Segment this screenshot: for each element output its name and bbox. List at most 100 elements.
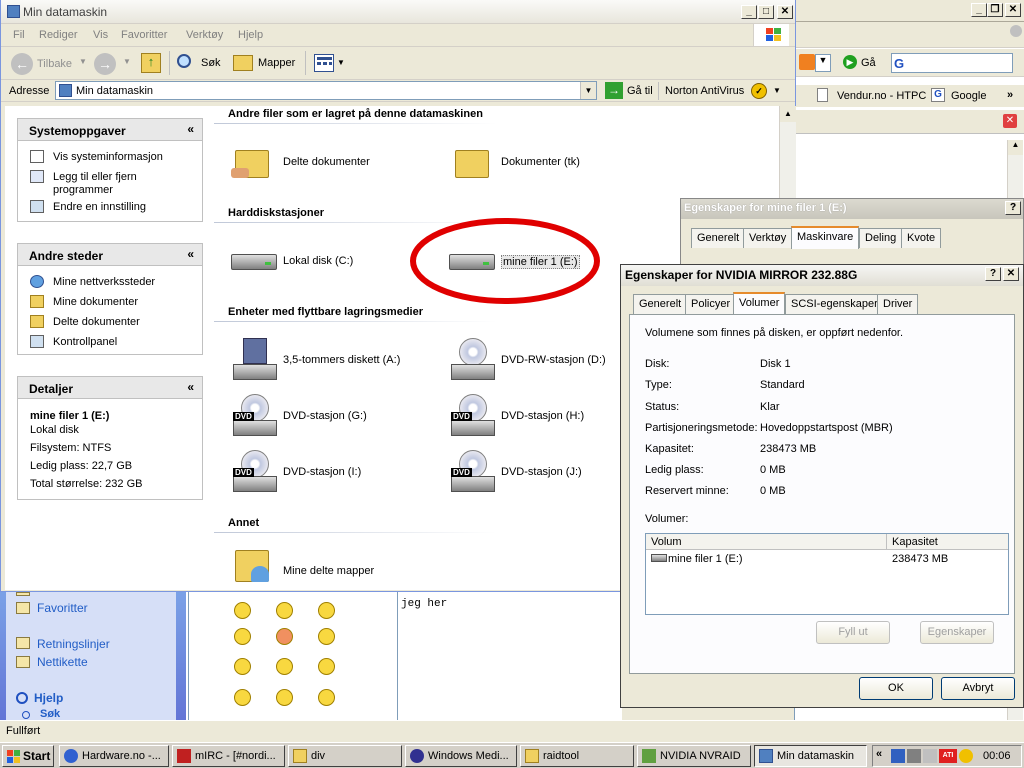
task-min-datamaskin[interactable]: Min datamaskin [754,745,867,767]
help-icon[interactable]: ? [1005,201,1021,215]
chevron-down-icon[interactable]: ▼ [123,57,131,66]
chevron-down-icon[interactable]: ▼ [773,86,781,95]
item-local-disk-c[interactable]: Lokal disk (C:) [283,255,353,267]
shared-folder-icon[interactable] [231,146,273,180]
link-retningslinjer[interactable]: Retningslinjer [37,637,110,651]
smiley-icon[interactable] [276,658,293,675]
dvd-rw-drive-icon[interactable] [451,338,495,382]
chevron-right-icon[interactable]: » [1007,89,1013,101]
place-control-panel[interactable]: Kontrollpanel [53,336,117,348]
go-button-label[interactable]: Gå til [627,85,653,97]
smiley-icon[interactable] [234,658,251,675]
menu-hjelp[interactable]: Hjelp [238,29,263,41]
search-button-label[interactable]: Søk [201,57,221,69]
safely-remove-icon[interactable] [923,749,937,763]
smiley-icon[interactable] [234,689,251,706]
back-arrow-icon[interactable]: ← [11,53,33,75]
tab-kvote[interactable]: Kvote [901,228,942,248]
volumes-list[interactable]: Volum Kapasitet mine filer 1 (E:) 238473… [645,533,1009,615]
search-icon[interactable] [177,54,191,68]
chevron-up-icon[interactable]: « [187,122,194,136]
link-nettikette[interactable]: Nettikette [37,655,88,669]
ok-button[interactable]: OK [859,677,933,700]
forward-arrow-icon[interactable]: → [94,53,116,75]
minimize-icon[interactable]: _ [971,3,987,17]
tab-deling[interactable]: Deling [859,228,903,248]
tab-volumer[interactable]: Volumer [733,292,786,315]
place-network[interactable]: Mine nettverkssteder [53,276,155,288]
minimize-icon[interactable]: _ [741,5,757,19]
scroll-up-icon[interactable]: ▲ [780,106,796,122]
go-label[interactable]: Gå [861,57,876,69]
system-tasks-header[interactable]: Systemoppgaver « [18,119,202,141]
floppy-drive-icon[interactable] [233,338,277,382]
back-button-label[interactable]: Tilbake [37,58,72,70]
tab-policyer[interactable]: Policyer [685,294,737,314]
tab-generelt[interactable]: Generelt [633,294,688,314]
table-row[interactable]: mine filer 1 (E:) 238473 MB [646,551,1008,567]
go-icon[interactable]: ▶ [843,55,857,69]
cancel-button[interactable]: Avbryt [941,677,1015,700]
item-my-shared-folders[interactable]: Mine delte mapper [283,565,374,577]
ati-icon[interactable]: ATI [939,749,957,763]
smiley-icon[interactable] [318,658,335,675]
up-folder-icon[interactable]: ↑ [141,53,161,73]
task-system-info[interactable]: Vis systeminformasjon [53,151,163,163]
rss-icon[interactable] [799,54,815,70]
restore-icon[interactable]: ❐ [987,3,1003,17]
chevron-up-icon[interactable]: « [187,247,194,261]
dvd-drive-icon[interactable]: DVD [451,450,495,494]
chevron-left-icon[interactable]: « [876,748,882,760]
close-icon[interactable]: ✕ [777,5,793,19]
item-documents-tk[interactable]: Dokumenter (tk) [501,156,580,168]
folders-icon[interactable] [233,55,253,71]
item-floppy-a[interactable]: 3,5-tommers diskett (A:) [283,354,400,366]
norton-icon[interactable] [959,749,973,763]
shared-folders-icon[interactable] [233,548,273,582]
chevron-down-icon[interactable]: ▼ [79,57,87,66]
link-google[interactable]: Google [951,90,986,102]
menu-fil[interactable]: Fil [13,29,25,41]
task-hardware-no[interactable]: Hardware.no -... [59,745,169,767]
norton-icon[interactable]: ✓ [751,83,767,99]
task-windows-media[interactable]: Windows Medi... [405,745,517,767]
dvd-drive-icon[interactable]: DVD [233,450,277,494]
smiley-icon[interactable] [276,602,293,619]
column-volume[interactable]: Volum [651,536,682,548]
details-header[interactable]: Detaljer « [18,377,202,399]
message-textarea[interactable]: jeg her [399,590,622,720]
menu-favoritter[interactable]: Favoritter [121,29,167,41]
smiley-icon[interactable] [276,628,293,645]
item-dvd-j[interactable]: DVD-stasjon (J:) [501,466,582,478]
tab-scsi-egenskaper[interactable]: SCSI-egenskaper [785,294,884,314]
norton-antivirus-label[interactable]: Norton AntiVirus [665,85,744,97]
smiley-icon[interactable] [234,628,251,645]
item-dvd-g[interactable]: DVD-stasjon (G:) [283,410,367,422]
dvd-drive-icon[interactable]: DVD [451,394,495,438]
link-sok[interactable]: Søk [40,708,60,720]
close-icon[interactable]: ✕ [1005,3,1021,17]
views-icon[interactable] [314,54,334,72]
item-dvd-rw-d[interactable]: DVD-RW-stasjon (D:) [501,354,606,366]
start-button[interactable]: Start [2,745,54,767]
go-arrow-icon[interactable]: → [605,82,623,99]
smiley-icon[interactable] [234,602,251,619]
hard-drive-icon[interactable] [231,250,277,272]
address-input[interactable]: Min datamaskin ▼ [55,81,597,100]
menu-vis[interactable]: Vis [93,29,108,41]
folder-icon[interactable] [453,146,493,180]
scroll-up-icon[interactable]: ▲ [1008,140,1023,155]
task-mirc[interactable]: mIRC - [#nordi... [172,745,285,767]
link-vendur[interactable]: Vendur.no - HTPC [837,90,926,102]
item-dvd-h[interactable]: DVD-stasjon (H:) [501,410,584,422]
smiley-icon[interactable] [318,628,335,645]
maximize-icon[interactable]: □ [758,5,774,19]
smiley-icon[interactable] [276,689,293,706]
dvd-drive-icon[interactable]: DVD [233,394,277,438]
network-icon[interactable] [891,749,905,763]
close-icon[interactable]: ✕ [1003,267,1019,281]
link-favoritter[interactable]: Favoritter [37,601,88,615]
volume-icon[interactable] [907,749,921,763]
item-shared-documents[interactable]: Delte dokumenter [283,156,370,168]
dropdown-icon[interactable]: ▼ [815,54,831,72]
